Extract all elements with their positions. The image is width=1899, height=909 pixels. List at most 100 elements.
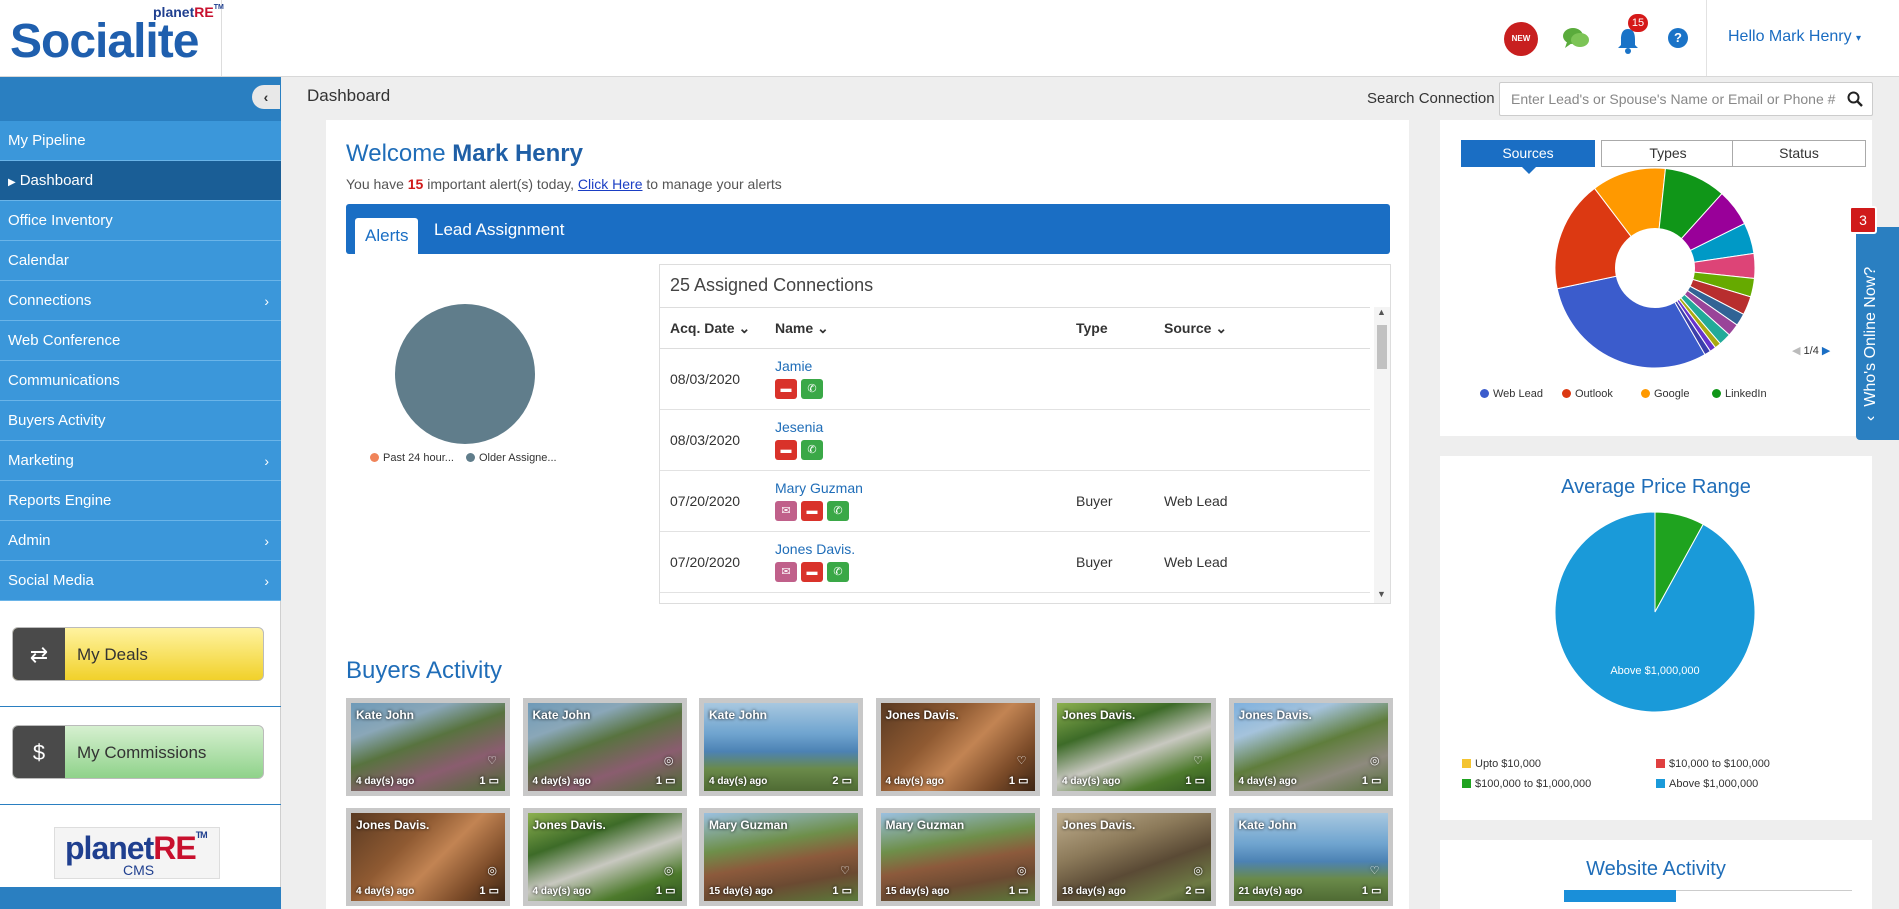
my-deals-button[interactable]: ⇄ My Deals — [12, 627, 264, 681]
tab-alerts[interactable]: Alerts — [355, 218, 419, 254]
scroll-down-icon[interactable]: ▼ — [1377, 589, 1386, 599]
activity-tile[interactable]: Kate John 4 day(s) ago 2 ▭ — [699, 698, 863, 796]
tile-time-ago: 4 day(s) ago — [709, 776, 768, 787]
activity-tile[interactable]: Jones Davis. ♡ 4 day(s) ago 1 ▭ — [875, 698, 1040, 796]
alerts-pie-chart[interactable] — [395, 304, 535, 444]
planetre-cms-logo[interactable]: planetRETM CMS — [54, 827, 220, 879]
search-icon[interactable] — [1847, 91, 1863, 107]
tile-view-count: 1 ▭ — [1008, 775, 1029, 787]
sidebar-item-admin[interactable]: Admin › — [0, 521, 281, 561]
sms-icon[interactable]: ▬ — [775, 379, 797, 399]
activity-tile[interactable]: Jones Davis. ♡ 4 day(s) ago 1 ▭ — [1052, 698, 1216, 796]
sidebar-item-communications[interactable]: Communications — [0, 361, 281, 401]
phone-icon[interactable]: ✆ — [801, 379, 823, 399]
email-icon[interactable]: ✉ — [775, 562, 797, 582]
connections-scrollbar[interactable]: ▲ ▼ — [1374, 307, 1390, 603]
sidebar-item-label: Dashboard — [19, 172, 94, 189]
sms-icon[interactable]: ▬ — [801, 562, 823, 582]
user-menu[interactable]: Hello Mark Henry ▾ — [1728, 28, 1861, 46]
pager-prev-icon[interactable]: ◀ — [1792, 345, 1800, 357]
legend-item[interactable]: $100,000 to $1,000,000 — [1462, 778, 1591, 790]
sidebar-item-dashboard[interactable]: ▶ Dashboard — [0, 161, 281, 201]
column-name[interactable]: Name ⌄ — [775, 320, 829, 337]
sms-icon[interactable]: ▬ — [775, 440, 797, 460]
connection-name-link[interactable]: Jamie — [775, 358, 812, 374]
legend-item[interactable]: Past 24 hour... — [370, 452, 454, 464]
legend-item[interactable]: Above $1,000,000 — [1656, 778, 1758, 790]
tile-view-count: 1 ▭ — [1185, 775, 1205, 787]
legend-item[interactable]: Older Assigne... — [465, 452, 557, 464]
whos-online-tab[interactable]: ‹ Who's Online Now? — [1856, 227, 1899, 440]
legend-item[interactable]: Google — [1641, 388, 1689, 400]
column-source[interactable]: Source ⌄ — [1164, 320, 1227, 337]
sidebar-item-calendar[interactable]: Calendar — [0, 241, 281, 281]
manage-alerts-link[interactable]: Click Here — [578, 176, 643, 192]
monitor-icon: ▭ — [665, 885, 676, 897]
search-connection-input[interactable] — [1500, 83, 1840, 115]
tab-sources[interactable]: Sources — [1461, 140, 1595, 167]
sidebar-item-connections[interactable]: Connections › — [0, 281, 281, 321]
sidebar-item-marketing[interactable]: Marketing › — [0, 441, 281, 481]
sidebar-item-web-conference[interactable]: Web Conference — [0, 321, 281, 361]
pager-next-icon[interactable]: ▶ — [1822, 345, 1830, 357]
chevron-up-icon: ‹ — [1862, 415, 1879, 421]
socialite-logo[interactable]: planetRETM Socialite — [0, 0, 224, 76]
notification-count-badge: 15 — [1628, 14, 1648, 32]
sidebar-item-social-media[interactable]: Social Media › — [0, 561, 281, 601]
tab-types[interactable]: Types — [1601, 140, 1735, 167]
tile-buyer-name: Kate John — [532, 708, 591, 722]
phone-icon[interactable]: ✆ — [827, 501, 849, 521]
legend-item[interactable]: LinkedIn — [1712, 388, 1767, 400]
sidebar-item-label: Reports Engine — [8, 492, 112, 509]
legend-item[interactable]: Outlook — [1562, 388, 1613, 400]
heart-icon: ♡ — [487, 755, 497, 767]
activity-tile[interactable]: Jones Davis. ◎ 4 day(s) ago 1 ▭ — [522, 808, 687, 906]
connection-name-link[interactable]: Mary Guzman — [775, 480, 863, 496]
activity-tile[interactable]: Jones Davis. ◎ 4 day(s) ago 1 ▭ — [346, 808, 510, 906]
monitor-icon: ▭ — [841, 775, 852, 787]
scroll-thumb[interactable] — [1377, 325, 1387, 369]
table-row: 08/03/2020 Jesenia ▬ ✆ — [660, 410, 1370, 471]
my-commissions-button[interactable]: $ My Commissions — [12, 725, 264, 779]
activity-tile[interactable]: Mary Guzman ◎ 15 day(s) ago 1 ▭ — [875, 808, 1040, 906]
tile-buyer-name: Jones Davis. — [1238, 708, 1312, 722]
connection-name-link[interactable]: Jones Davis. — [775, 541, 855, 557]
table-row: 07/20/2020 Mary Guzman ✉ ▬ ✆ Buyer Web Lead — [660, 471, 1370, 532]
sms-icon[interactable]: ▬ — [801, 501, 823, 521]
sidebar-item-my-pipeline[interactable]: My Pipeline — [0, 121, 281, 161]
website-activity-bar[interactable] — [1564, 890, 1676, 902]
alerts-pie-legend: Past 24 hour... Older Assigne... — [370, 452, 569, 464]
legend-label: Google — [1654, 388, 1690, 400]
email-icon[interactable]: ✉ — [775, 501, 797, 521]
legend-item[interactable]: Upto $10,000 — [1462, 758, 1541, 770]
column-acq-date[interactable]: Acq. Date ⌄ — [670, 320, 750, 337]
scroll-up-icon[interactable]: ▲ — [1377, 307, 1386, 317]
phone-icon[interactable]: ✆ — [801, 440, 823, 460]
chat-icon[interactable] — [1562, 26, 1590, 50]
price-slice[interactable] — [1555, 512, 1756, 713]
legend-item[interactable]: $10,000 to $100,000 — [1656, 758, 1770, 770]
legend-item[interactable]: Web Lead — [1480, 388, 1543, 400]
sidebar-item-reports-engine[interactable]: Reports Engine — [0, 481, 281, 521]
activity-tile[interactable]: Kate John ♡ 21 day(s) ago 1 ▭ — [1228, 808, 1393, 906]
tab-lead-assignment[interactable]: Lead Assignment — [424, 212, 574, 248]
activity-tile[interactable]: Jones Davis. ◎ 4 day(s) ago 1 ▭ — [1228, 698, 1393, 796]
phone-icon[interactable]: ✆ — [827, 562, 849, 582]
monitor-icon: ▭ — [841, 885, 852, 897]
sort-chevron-icon: ⌄ — [738, 320, 751, 336]
collapse-sidebar-icon[interactable]: ‹ — [252, 85, 280, 109]
activity-tile[interactable]: Kate John ♡ 4 day(s) ago 1 ▭ — [346, 698, 510, 796]
sidebar-item-office-inventory[interactable]: Office Inventory — [0, 201, 281, 241]
cell-type: Buyer — [1076, 493, 1113, 509]
activity-tile[interactable]: Kate John ◎ 4 day(s) ago 1 ▭ — [522, 698, 687, 796]
activity-tile[interactable]: Jones Davis. ◎ 18 day(s) ago 2 ▭ — [1052, 808, 1216, 906]
activity-tile[interactable]: Mary Guzman ♡ 15 day(s) ago 1 ▭ — [699, 808, 863, 906]
sidebar-item-buyers-activity[interactable]: Buyers Activity — [0, 401, 281, 441]
sources-donut-chart[interactable] — [1555, 168, 1761, 374]
tab-status[interactable]: Status — [1732, 140, 1866, 167]
help-icon[interactable]: ? — [1668, 28, 1688, 48]
connection-name-link[interactable]: Jesenia — [775, 419, 823, 435]
my-deals-widget: ⇄ My Deals — [0, 609, 281, 707]
new-badge-icon[interactable]: NEW — [1504, 22, 1538, 56]
price-pie-chart[interactable]: Above $1,000,000 — [1555, 512, 1761, 718]
